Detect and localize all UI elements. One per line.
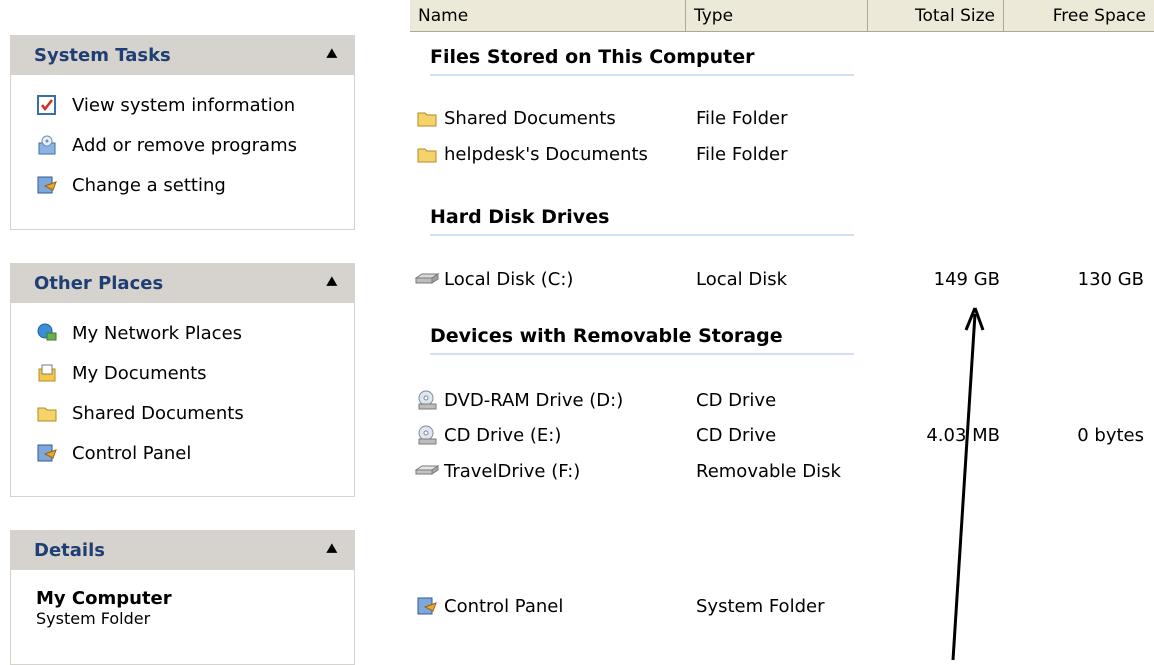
- collapse-chevron-icon[interactable]: ⯅: [325, 541, 339, 559]
- item-free-space: 130 GB: [1077, 268, 1144, 290]
- place-my-documents[interactable]: My Documents: [36, 353, 344, 393]
- item-type: CD Drive: [696, 424, 777, 446]
- item-type: File Folder: [696, 107, 788, 129]
- task-label: View system information: [72, 94, 296, 116]
- list-item[interactable]: CD Drive (E:) CD Drive 4.03 MB 0 bytes: [410, 419, 1154, 451]
- item-name: helpdesk's Documents: [444, 143, 648, 165]
- place-my-network-places[interactable]: My Network Places: [36, 313, 344, 353]
- place-label: Shared Documents: [72, 402, 244, 424]
- cd-drive-icon: [418, 425, 437, 445]
- column-header-free-space[interactable]: Free Space: [1004, 0, 1154, 31]
- item-name: TravelDrive (F:): [444, 460, 581, 482]
- network-places-icon: [37, 323, 57, 341]
- place-shared-documents[interactable]: Shared Documents: [36, 393, 344, 433]
- other-places-title: Other Places: [34, 272, 164, 294]
- add-remove-programs-icon: [38, 135, 56, 155]
- hard-disk-icon: [414, 273, 440, 284]
- task-add-remove-programs[interactable]: Add or remove programs: [36, 125, 344, 165]
- details-item-type: System Folder: [36, 609, 151, 628]
- item-free-space: 0 bytes: [1077, 424, 1144, 446]
- item-name: Control Panel: [444, 595, 564, 617]
- collapse-chevron-icon[interactable]: ⯅: [325, 46, 339, 64]
- column-header-total-size[interactable]: Total Size: [868, 0, 1004, 31]
- control-panel-icon: [417, 597, 437, 615]
- group-label: Files Stored on This Computer: [430, 46, 755, 68]
- item-type: CD Drive: [696, 389, 777, 411]
- system-tasks-pane: System Tasks ⯅ View system information A…: [10, 35, 355, 230]
- column-header-name[interactable]: Name: [410, 0, 686, 31]
- details-header[interactable]: Details ⯅: [10, 530, 355, 570]
- system-tasks-title: System Tasks: [34, 44, 171, 66]
- my-documents-icon: [38, 364, 56, 382]
- item-type: Removable Disk: [696, 460, 841, 482]
- group-removable-storage: Devices with Removable Storage: [430, 325, 854, 355]
- group-files-stored: Files Stored on This Computer: [430, 46, 854, 76]
- place-control-panel[interactable]: Control Panel: [36, 433, 344, 473]
- list-item[interactable]: Shared Documents File Folder: [410, 102, 1154, 134]
- item-type: System Folder: [696, 595, 825, 617]
- other-places-pane: Other Places ⯅ My Network Places My Docu…: [10, 263, 355, 497]
- control-panel-icon: [37, 444, 57, 462]
- item-name: DVD-RAM Drive (D:): [444, 389, 624, 411]
- details-title: Details: [34, 539, 105, 561]
- column-header-bar: Name Type Total Size Free Space: [410, 0, 1154, 32]
- list-item[interactable]: helpdesk's Documents File Folder: [410, 138, 1154, 170]
- column-header-type[interactable]: Type: [686, 0, 868, 31]
- collapse-chevron-icon[interactable]: ⯅: [325, 274, 339, 292]
- task-label: Change a setting: [72, 174, 226, 196]
- item-name: CD Drive (E:): [444, 424, 562, 446]
- annotation-arrow: [951, 307, 985, 661]
- column-total-label: Total Size: [914, 5, 995, 26]
- list-item[interactable]: DVD-RAM Drive (D:) CD Drive: [410, 384, 1154, 416]
- item-total-size: 149 GB: [933, 268, 1000, 290]
- task-label: Add or remove programs: [72, 134, 297, 156]
- folder-icon: [37, 407, 57, 422]
- item-type: File Folder: [696, 143, 788, 165]
- place-label: My Network Places: [72, 322, 243, 344]
- details-item-name: My Computer: [36, 588, 172, 609]
- list-item[interactable]: Local Disk (C:) Local Disk 149 GB 130 GB: [410, 263, 1154, 295]
- group-label: Devices with Removable Storage: [430, 325, 783, 347]
- group-label: Hard Disk Drives: [430, 206, 610, 228]
- place-label: My Documents: [72, 362, 207, 384]
- details-pane: Details ⯅ My Computer System Folder: [10, 530, 355, 665]
- column-type-label: Type: [694, 5, 734, 26]
- column-free-label: Free Space: [1052, 5, 1146, 26]
- cd-drive-icon: [418, 390, 437, 410]
- place-label: Control Panel: [72, 442, 192, 464]
- item-type: Local Disk: [696, 268, 788, 290]
- task-view-system-information[interactable]: View system information: [36, 85, 344, 125]
- folder-icon: [417, 148, 437, 163]
- system-info-icon: [37, 95, 56, 115]
- folder-icon: [417, 112, 437, 127]
- column-name-label: Name: [418, 5, 469, 26]
- list-item[interactable]: Control Panel System Folder: [410, 590, 1154, 622]
- system-tasks-header[interactable]: System Tasks ⯅: [10, 35, 355, 75]
- other-places-header[interactable]: Other Places ⯅: [10, 263, 355, 303]
- list-item[interactable]: TravelDrive (F:) Removable Disk: [410, 455, 1154, 487]
- task-change-setting[interactable]: Change a setting: [36, 165, 344, 205]
- group-hard-disk-drives: Hard Disk Drives: [430, 206, 854, 236]
- item-name: Shared Documents: [444, 107, 616, 129]
- control-panel-icon: [37, 176, 57, 194]
- item-name: Local Disk (C:): [444, 268, 574, 290]
- details-body: My Computer System Folder: [10, 570, 355, 665]
- other-places-body: My Network Places My Documents Shared Do…: [10, 303, 355, 497]
- system-tasks-body: View system information Add or remove pr…: [10, 75, 355, 230]
- removable-disk-icon: [414, 465, 440, 475]
